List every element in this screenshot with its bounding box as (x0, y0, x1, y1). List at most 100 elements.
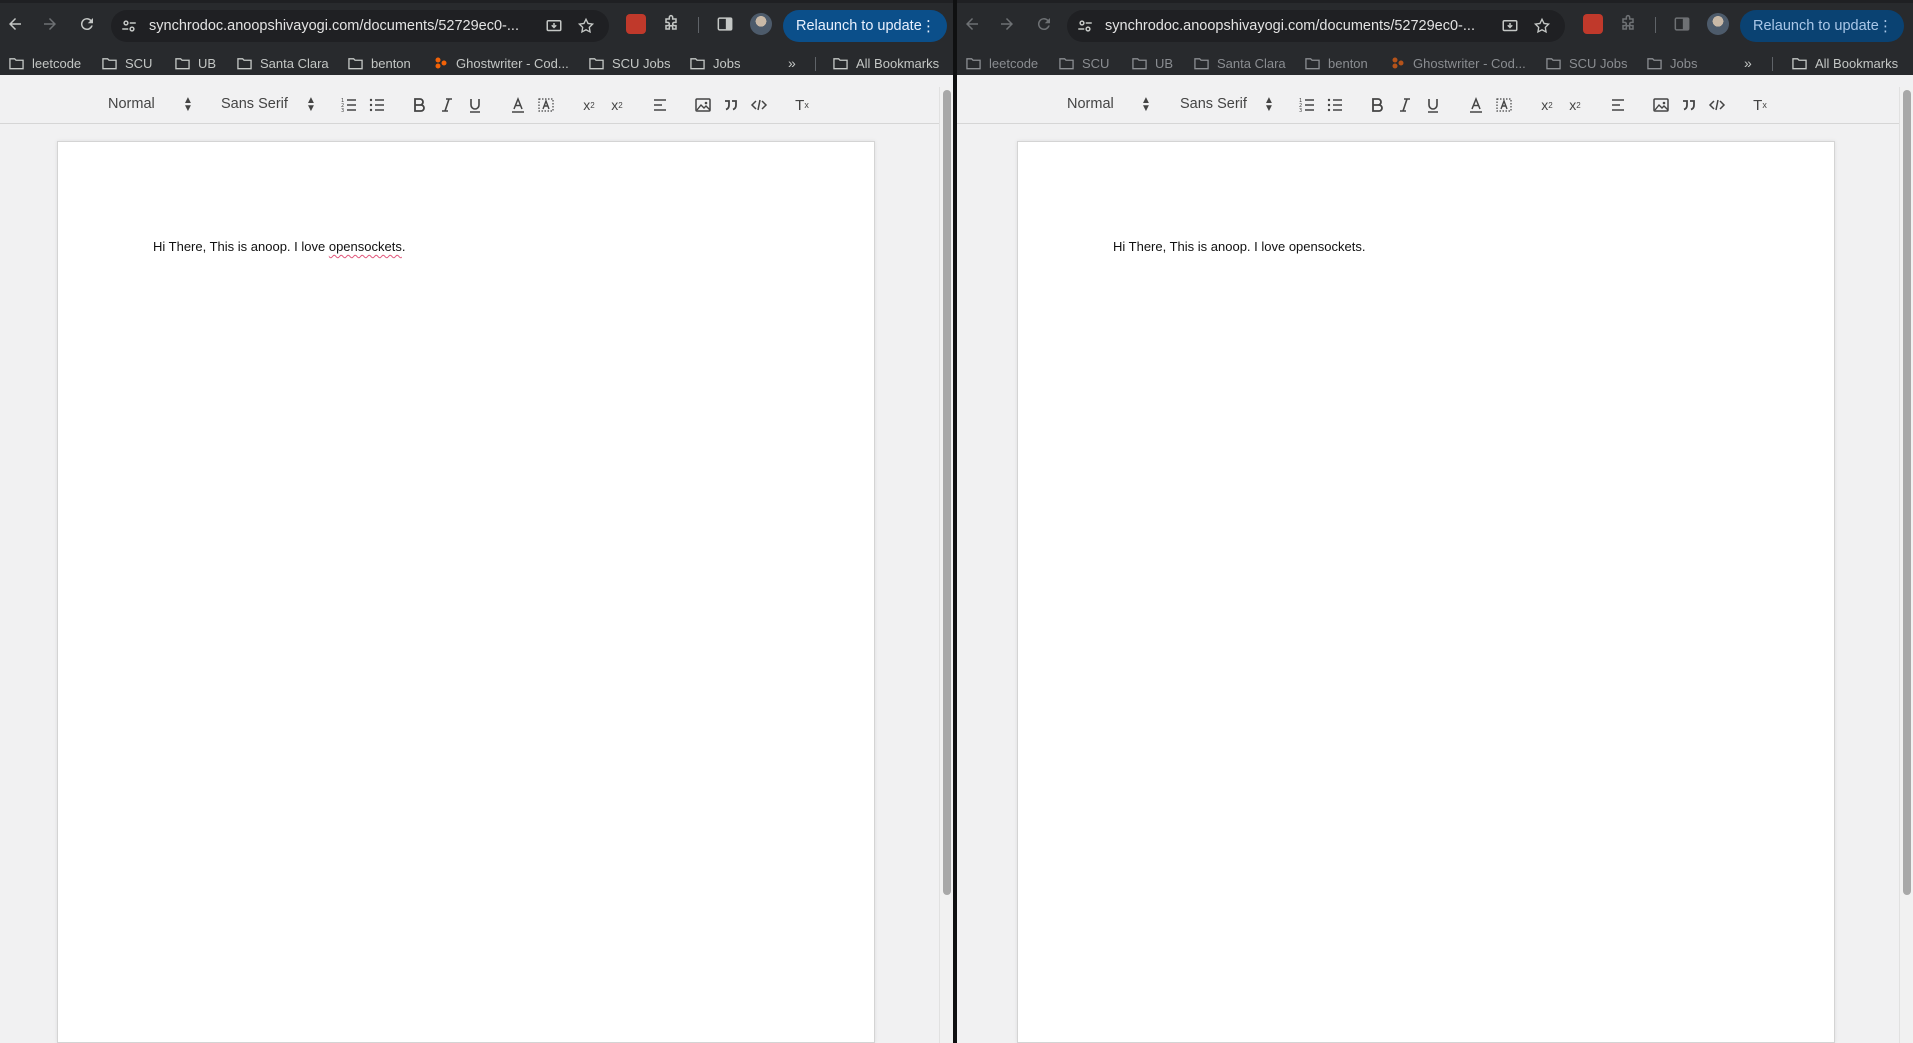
page-scrollbar[interactable] (1899, 87, 1913, 1043)
relaunch-label: Relaunch to update (1753, 18, 1879, 34)
text-color-icon[interactable] (1466, 95, 1486, 115)
font-select[interactable]: Sans Serif ▲ ▼ (221, 96, 316, 114)
folder-icon (1305, 57, 1320, 69)
code-block-icon[interactable] (749, 95, 769, 115)
image-icon[interactable] (1651, 95, 1671, 115)
bookmark-star-icon[interactable] (1533, 17, 1551, 35)
document-page[interactable]: Hi There, This is anoop. I love opensock… (57, 141, 875, 1043)
font-select[interactable]: Sans Serif ▲ ▼ (1180, 95, 1275, 114)
extensions-puzzle-icon[interactable] (661, 14, 681, 34)
bookmark-ub[interactable]: UB (1132, 54, 1173, 72)
all-bookmarks[interactable]: All Bookmarks (1792, 54, 1898, 72)
relaunch-label: Relaunch to update (796, 18, 922, 34)
install-app-icon[interactable] (1501, 17, 1519, 35)
underline-icon[interactable] (1423, 95, 1443, 115)
bullet-list-icon[interactable] (1325, 95, 1345, 115)
bold-icon[interactable] (409, 95, 429, 115)
install-app-icon[interactable] (545, 17, 563, 35)
bookmark-benton[interactable]: benton (348, 54, 411, 72)
bookmark-scu-jobs[interactable]: SCU Jobs (1546, 54, 1628, 72)
menu-kebab-icon[interactable]: ⋮ (921, 17, 936, 35)
background-color-icon[interactable] (536, 95, 556, 115)
profile-avatar[interactable] (1707, 13, 1729, 35)
superscript-x: x (611, 97, 619, 113)
superscript-icon[interactable]: x2 (607, 95, 627, 115)
back-icon[interactable] (960, 12, 984, 36)
back-icon[interactable] (3, 12, 27, 36)
bookmark-scu[interactable]: SCU (1059, 54, 1109, 72)
bookmark-label: Jobs (1670, 55, 1698, 71)
bold-icon[interactable] (1367, 95, 1387, 115)
bookmark-star-icon[interactable] (577, 17, 595, 35)
extensions-puzzle-icon[interactable] (1618, 14, 1638, 34)
reload-icon[interactable] (1032, 12, 1056, 36)
bookmark-santa-clara[interactable]: Santa Clara (237, 54, 329, 72)
menu-kebab-icon[interactable]: ⋮ (1878, 17, 1893, 35)
more-bookmarks-icon[interactable]: » (1744, 55, 1752, 71)
browser-toolbar: synchrodoc.anoopshivayogi.com/documents/… (957, 0, 1913, 51)
clear-format-icon[interactable]: Tx (792, 95, 812, 115)
document-text[interactable]: Hi There, This is anoop. I love opensock… (1113, 239, 1365, 254)
bookmark-benton[interactable]: benton (1305, 54, 1368, 72)
address-bar[interactable]: synchrodoc.anoopshivayogi.com/documents/… (1067, 10, 1565, 42)
page-scrollbar[interactable] (939, 87, 953, 1043)
italic-icon[interactable] (437, 95, 457, 115)
blockquote-icon[interactable] (1679, 95, 1699, 115)
reload-icon[interactable] (75, 12, 99, 36)
italic-icon[interactable] (1395, 95, 1415, 115)
underline-icon[interactable] (465, 95, 485, 115)
side-panel-icon[interactable] (715, 14, 735, 34)
relaunch-button[interactable]: Relaunch to update ⋮ (783, 10, 947, 42)
bookmark-label: leetcode (32, 55, 82, 71)
scrollbar-thumb[interactable] (943, 90, 951, 895)
select-caret-icon: ▲ ▼ (1264, 95, 1274, 114)
scrollbar-thumb[interactable] (1903, 90, 1911, 895)
bookmark-scu-jobs[interactable]: SCU Jobs (589, 54, 671, 72)
folder-icon (175, 57, 190, 69)
ordered-list-icon[interactable]: 123 (339, 95, 359, 115)
bookmark-ub[interactable]: UB (175, 54, 216, 72)
bookmark-jobs[interactable]: Jobs (1647, 54, 1697, 72)
bullet-list-icon[interactable] (367, 95, 387, 115)
bookmark-santa-clara[interactable]: Santa Clara (1194, 54, 1286, 72)
address-bar[interactable]: synchrodoc.anoopshivayogi.com/documents/… (111, 10, 609, 42)
misspelled-word[interactable]: opensockets (329, 239, 402, 254)
site-info-icon[interactable] (1076, 17, 1094, 35)
forward-icon[interactable] (995, 12, 1019, 36)
align-left-icon[interactable] (650, 95, 670, 115)
document-page[interactable]: Hi There, This is anoop. I love opensock… (1017, 141, 1835, 1043)
text-color-icon[interactable] (508, 95, 528, 115)
side-panel-icon[interactable] (1672, 14, 1692, 34)
more-bookmarks-icon[interactable]: » (788, 55, 796, 71)
all-bookmarks[interactable]: All Bookmarks (833, 54, 939, 72)
bookmark-ghostwriter[interactable]: Ghostwriter - Cod... (1391, 54, 1526, 72)
extension-red-icon[interactable] (1583, 14, 1603, 34)
document-text[interactable]: Hi There, This is anoop. I love opensock… (153, 239, 405, 254)
bookmark-leetcode[interactable]: leetcode (966, 54, 1038, 72)
image-icon[interactable] (693, 95, 713, 115)
forward-icon[interactable] (38, 12, 62, 36)
bookmark-label: Santa Clara (1217, 55, 1286, 71)
bookmark-jobs[interactable]: Jobs (690, 54, 740, 72)
format-select[interactable]: Normal ▲ ▼ (108, 96, 193, 114)
format-select[interactable]: Normal ▲ ▼ (1067, 96, 1152, 114)
text-segment: Hi There, This is anoop. I love (153, 239, 329, 254)
ordered-list-icon[interactable]: 123 (1297, 95, 1317, 115)
bookmark-leetcode[interactable]: leetcode (9, 54, 81, 72)
bookmark-label: All Bookmarks (856, 55, 940, 71)
subscript-icon[interactable]: x2 (579, 95, 599, 115)
bookmark-ghostwriter[interactable]: Ghostwriter - Cod... (434, 54, 569, 72)
subscript-icon[interactable]: x2 (1537, 95, 1557, 115)
background-color-icon[interactable] (1494, 95, 1514, 115)
code-block-icon[interactable] (1707, 95, 1727, 115)
align-left-icon[interactable] (1608, 95, 1628, 115)
bookmark-scu[interactable]: SCU (102, 54, 152, 72)
extension-red-icon[interactable] (626, 14, 646, 34)
relaunch-button[interactable]: Relaunch to update ⋮ (1740, 10, 1904, 42)
blockquote-icon[interactable] (721, 95, 741, 115)
site-info-icon[interactable] (120, 17, 138, 35)
superscript-icon[interactable]: x2 (1565, 95, 1585, 115)
clear-format-icon[interactable]: Tx (1750, 95, 1770, 115)
profile-avatar[interactable] (750, 13, 772, 35)
folder-icon (1194, 57, 1209, 69)
